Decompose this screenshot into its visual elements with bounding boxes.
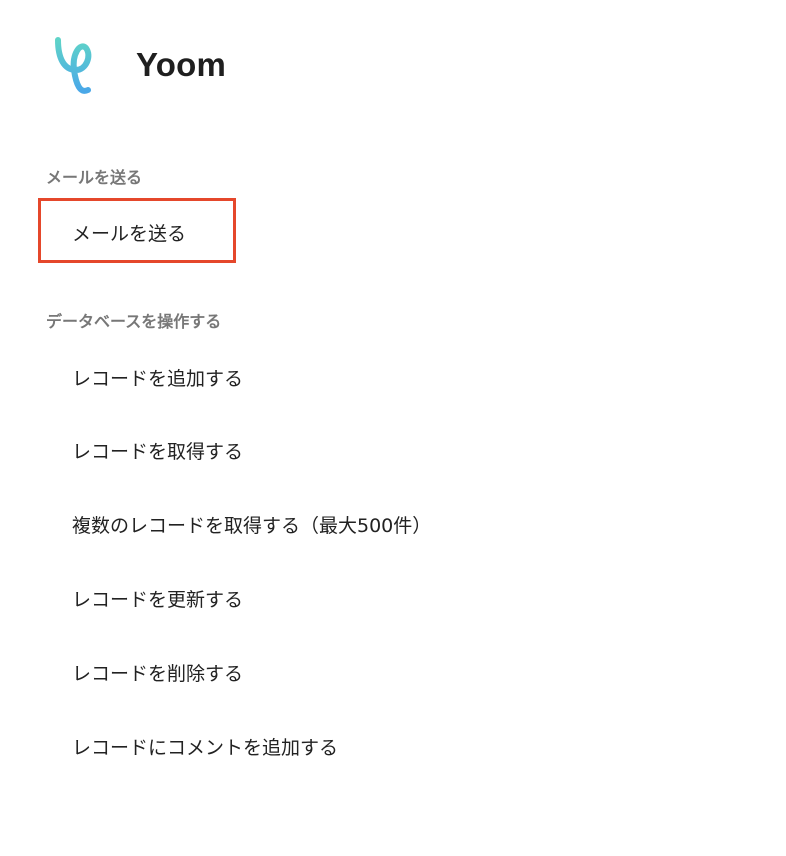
section-title-database: データベースを操作する — [46, 312, 222, 331]
menu-item-get-multiple-records[interactable]: 複数のレコードを取得する（最大500件） — [72, 511, 431, 538]
app-header: Yoom — [54, 36, 226, 98]
menu-item-add-comment[interactable]: レコードにコメントを追加する — [72, 733, 338, 760]
menu-item-update-record[interactable]: レコードを更新する — [72, 585, 243, 612]
menu-item-get-record[interactable]: レコードを取得する — [72, 437, 243, 464]
menu-item-send-mail[interactable]: メールを送る — [72, 219, 186, 246]
menu-item-delete-record[interactable]: レコードを削除する — [72, 659, 243, 686]
menu-item-add-record[interactable]: レコードを追加する — [72, 364, 243, 391]
yoom-logo-icon — [55, 37, 92, 94]
section-title-send-mail: メールを送る — [46, 168, 143, 187]
app-name: Yoom — [136, 46, 227, 83]
